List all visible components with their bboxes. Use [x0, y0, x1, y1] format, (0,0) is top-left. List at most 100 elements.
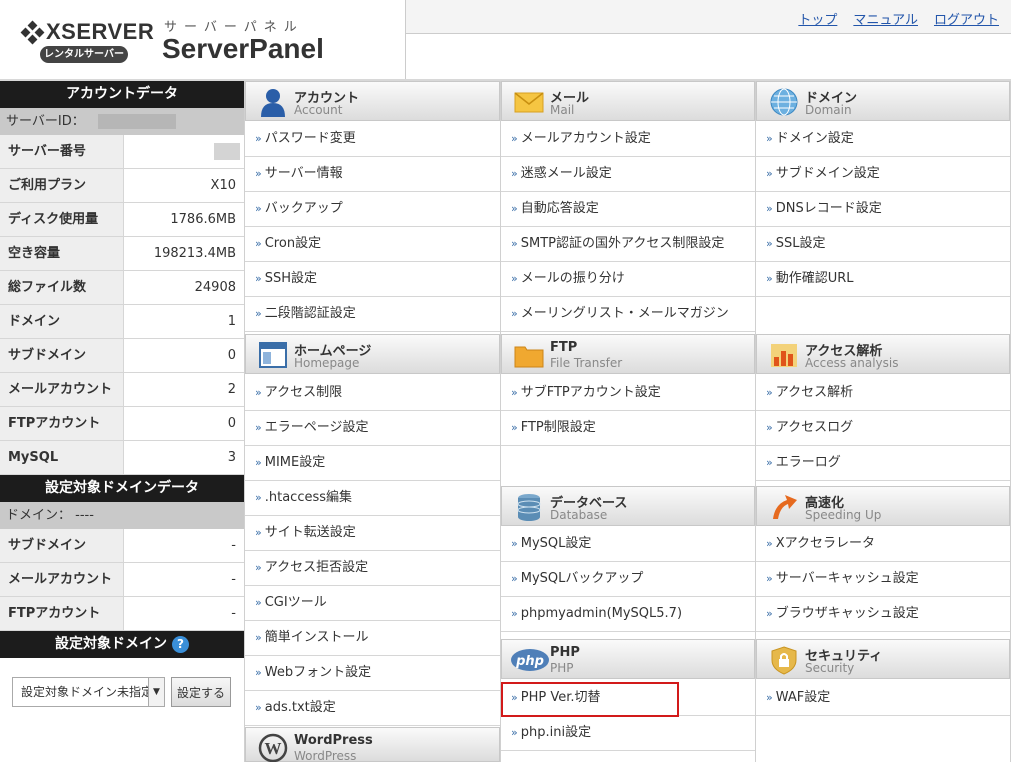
brand-name: XSERVER — [46, 19, 155, 44]
set-domain-button[interactable]: 設定する — [171, 677, 232, 707]
menu-item-cron[interactable]: » Cron設定 — [245, 227, 500, 262]
menu-item-mysql[interactable]: » MySQL設定 — [501, 527, 755, 562]
double-chevron-icon: » — [511, 307, 518, 320]
menu-item-access-analysis[interactable]: » アクセス解析 — [756, 376, 1010, 411]
menu-item-label: エラーログ — [775, 455, 841, 470]
double-chevron-icon: » — [255, 701, 262, 714]
target-domain-row-value: - — [231, 538, 236, 553]
account-row: メールアカウント 2 — [0, 373, 244, 407]
panel-title: ServerPanel — [162, 33, 324, 64]
nav-manual-link[interactable]: マニュアル — [853, 9, 918, 28]
double-chevron-icon: » — [511, 421, 518, 434]
chevron-down-icon[interactable]: ▼ — [148, 678, 164, 706]
menu-item-cgi-tools[interactable]: » CGIツール — [245, 586, 500, 621]
menu-item-label: 自動応答設定 — [520, 201, 599, 216]
menu-item-mail-filter[interactable]: » メールの振り分け — [501, 262, 755, 297]
domain-section-subtitle: Domain — [805, 103, 852, 117]
double-chevron-icon: » — [255, 307, 262, 320]
menu-item-label: MIME設定 — [264, 455, 326, 470]
double-chevron-icon: » — [511, 726, 518, 739]
menu-item-server-cache[interactable]: » サーバーキャッシュ設定 — [756, 562, 1010, 597]
double-chevron-icon: » — [511, 386, 518, 399]
account-row: サーバー番号 sv — [0, 135, 244, 169]
menu-item-subdomain[interactable]: » サブドメイン設定 — [756, 157, 1010, 192]
menu-item-ssh[interactable]: » SSH設定 — [245, 262, 500, 297]
account-section-subtitle: Account — [294, 103, 343, 117]
menu-item-web-fonts[interactable]: » Webフォント設定 — [245, 656, 500, 691]
double-chevron-icon: » — [255, 666, 262, 679]
menu-item-label: FTP制限設定 — [520, 420, 596, 435]
menu-item-mail-account[interactable]: » メールアカウント設定 — [501, 122, 755, 157]
account-section-header: アカウント Account — [245, 81, 500, 121]
double-chevron-icon: » — [511, 132, 518, 145]
domain-section-header: ドメイン Domain — [756, 81, 1010, 121]
menu-item-label: 動作確認URL — [775, 271, 854, 286]
menu-item-label: MySQL設定 — [520, 536, 592, 551]
double-chevron-icon: » — [511, 167, 518, 180]
account-row-value: X10 — [210, 178, 236, 193]
menu-item-access-log[interactable]: » アクセスログ — [756, 411, 1010, 446]
menu-item-access-restriction[interactable]: » アクセス制限 — [245, 376, 500, 411]
menu-item-password[interactable]: » パスワード変更 — [245, 122, 500, 157]
double-chevron-icon: » — [255, 272, 262, 285]
target-domain-row: FTPアカウント - — [0, 597, 244, 631]
wordpress-section-header: W WordPress WordPress — [245, 727, 500, 762]
menu-item-access-deny[interactable]: » アクセス拒否設定 — [245, 551, 500, 586]
menu-item-domain-settings[interactable]: » ドメイン設定 — [756, 122, 1010, 157]
account-row-label: 空き容量 — [0, 237, 124, 270]
menu-item-waf[interactable]: » WAF設定 — [756, 681, 1010, 716]
double-chevron-icon: » — [511, 272, 518, 285]
menu-item-mailing-list[interactable]: » メーリングリスト・メールマガジン — [501, 297, 755, 332]
menu-item-label: メールの振り分け — [520, 271, 625, 286]
menu-item-easy-install[interactable]: » 簡単インストール — [245, 621, 500, 656]
menu-item-error-log[interactable]: » エラーログ — [756, 446, 1010, 481]
php-logo-icon: php — [511, 649, 549, 671]
header: XSERVER レンタルサーバー サーバーパネル ServerPanel トップ… — [0, 0, 1011, 81]
double-chevron-icon: » — [766, 202, 773, 215]
menu-item-x-accelerator[interactable]: » Xアクセラレータ — [756, 527, 1010, 562]
account-row-value: 0 — [227, 416, 236, 431]
double-chevron-icon: » — [511, 202, 518, 215]
menu-item-smtp-restriction[interactable]: » SMTP認証の国外アクセス制限設定 — [501, 227, 755, 262]
menu-item-server-info[interactable]: » サーバー情報 — [245, 157, 500, 192]
menu-item-ssl[interactable]: » SSL設定 — [756, 227, 1010, 262]
menu-item-label: アクセス拒否設定 — [264, 560, 369, 575]
menu-item-test-url[interactable]: » 動作確認URL — [756, 262, 1010, 297]
server-id-row: サーバーID： — [0, 108, 244, 135]
menu-item-label: SSH設定 — [264, 271, 318, 286]
menu-item-ftp-restriction[interactable]: » FTP制限設定 — [501, 411, 755, 446]
homepage-section-header: ホームページ Homepage — [245, 334, 500, 374]
account-data-heading: アカウントデータ — [0, 81, 244, 108]
logo[interactable]: XSERVER レンタルサーバー サーバーパネル ServerPanel — [0, 0, 405, 80]
menu-item-dns[interactable]: » DNSレコード設定 — [756, 192, 1010, 227]
menu-item-htaccess[interactable]: » .htaccess編集 — [245, 481, 500, 516]
access-analysis-section-subtitle: Access analysis — [805, 356, 899, 370]
account-row: ご利用プラン X10 — [0, 169, 244, 203]
menu-item-site-redirect[interactable]: » サイト転送設定 — [245, 516, 500, 551]
nav-top-link[interactable]: トップ — [798, 9, 837, 28]
double-chevron-icon: » — [255, 202, 262, 215]
menu-item-mime[interactable]: » MIME設定 — [245, 446, 500, 481]
menu-item-autoreply[interactable]: » 自動応答設定 — [501, 192, 755, 227]
help-icon[interactable]: ? — [172, 636, 189, 653]
menu-item-spam[interactable]: » 迷惑メール設定 — [501, 157, 755, 192]
menu-item-label: アクセス制限 — [264, 385, 343, 400]
menu-item-label: アクセス解析 — [775, 385, 854, 400]
menu-item-label: SSL設定 — [775, 236, 826, 251]
target-domain-select[interactable]: 設定対象ドメイン未指定 ▼ — [12, 677, 165, 707]
security-section-header: セキュリティ Security — [756, 639, 1010, 679]
menu-item-error-page[interactable]: » エラーページ設定 — [245, 411, 500, 446]
double-chevron-icon: » — [255, 132, 262, 145]
menu-item-browser-cache[interactable]: » ブラウザキャッシュ設定 — [756, 597, 1010, 632]
menu-item-mysql-backup[interactable]: » MySQLバックアップ — [501, 562, 755, 597]
menu-item-phpmyadmin[interactable]: » phpmyadmin(MySQL5.7) — [501, 597, 755, 632]
php-section-title: PHP — [550, 645, 580, 660]
menu-item-label: バックアップ — [264, 201, 343, 216]
double-chevron-icon: » — [766, 572, 773, 585]
menu-item-ads-txt[interactable]: » ads.txt設定 — [245, 691, 500, 726]
menu-item-2fa[interactable]: » 二段階認証設定 — [245, 297, 500, 332]
nav-logout-link[interactable]: ログアウト — [934, 9, 999, 28]
menu-item-backup[interactable]: » バックアップ — [245, 192, 500, 227]
menu-item-sub-ftp[interactable]: » サブFTPアカウント設定 — [501, 376, 755, 411]
menu-item-php-ini[interactable]: » php.ini設定 — [501, 716, 755, 751]
